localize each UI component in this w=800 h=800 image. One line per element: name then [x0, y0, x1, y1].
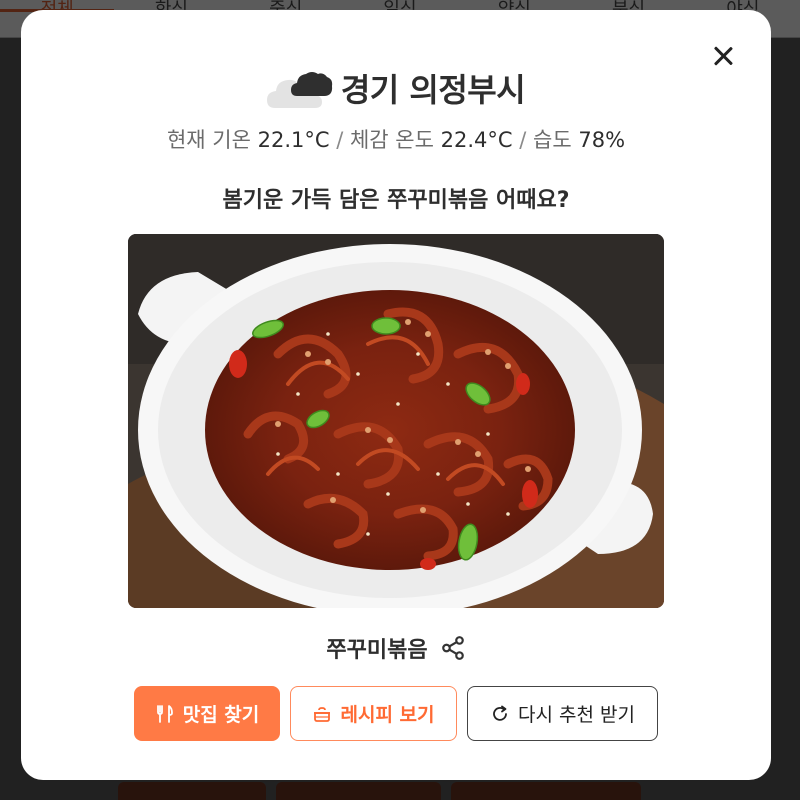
recommendation-question: 봄기운 가득 담은 쭈꾸미볶음 어때요? — [222, 188, 570, 213]
humidity-value: 78% — [578, 128, 626, 152]
feels-like-value: 22.4°C — [440, 128, 513, 152]
recommendation-modal: 경기 의정부시 현재 기온 22.1°C / 체감 온도 22.4°C / 습도… — [21, 10, 771, 780]
feels-like-label: 체감 온도 — [349, 128, 434, 152]
action-buttons: 맛집 찾기 레시피 보기 다시 추천 받기 — [134, 686, 658, 741]
separator: / — [336, 128, 344, 152]
share-icon[interactable] — [440, 635, 466, 661]
find-restaurants-label: 맛집 찾기 — [182, 704, 260, 726]
pot-icon — [314, 706, 331, 722]
humidity-label: 습도 — [533, 128, 572, 152]
food-name: 쭈꾸미볶음 — [326, 638, 428, 663]
food-photo — [128, 234, 664, 608]
find-restaurants-button[interactable]: 맛집 찾기 — [134, 686, 280, 741]
separator: / — [519, 128, 527, 152]
view-recipe-button[interactable]: 레시피 보기 — [290, 686, 457, 741]
refresh-icon — [493, 705, 507, 721]
retry-recommendation-label: 다시 추천 받기 — [518, 704, 635, 726]
current-temp-value: 22.1°C — [257, 128, 330, 152]
current-temp-label: 현재 기온 — [166, 128, 251, 152]
view-recipe-label: 레시피 보기 — [340, 704, 435, 726]
food-name-row: 쭈꾸미볶음 — [21, 632, 771, 664]
cloud-icon — [266, 72, 333, 108]
retry-recommendation-button[interactable]: 다시 추천 받기 — [467, 686, 658, 741]
location-title: 경기 의정부시 — [340, 71, 526, 109]
weather-info: 현재 기온 22.1°C / 체감 온도 22.4°C / 습도 78% — [21, 124, 771, 154]
fork-knife-icon — [156, 704, 173, 723]
modal-header: 경기 의정부시 — [21, 65, 771, 111]
